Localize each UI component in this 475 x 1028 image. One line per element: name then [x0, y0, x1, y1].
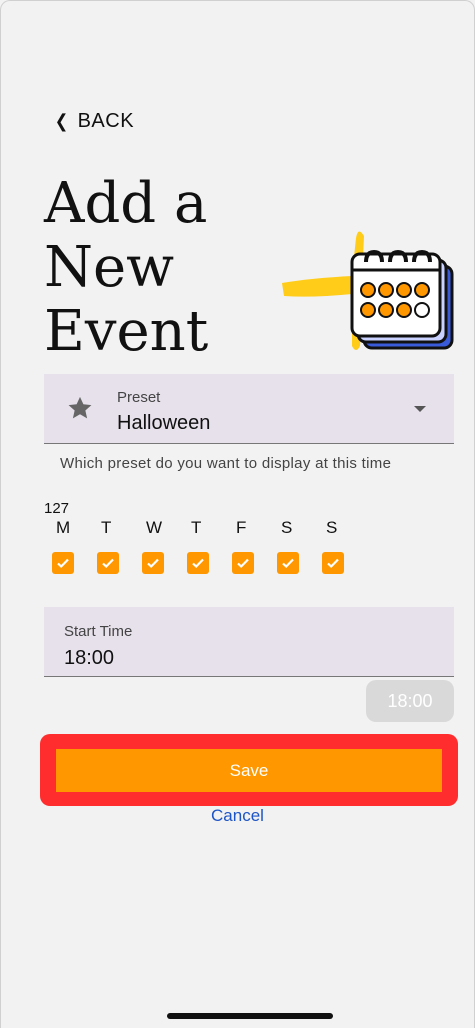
day-thursday: T	[187, 518, 232, 574]
weekday-selector: M T W T F S S	[52, 518, 367, 574]
day-letter: M	[56, 518, 71, 537]
dropdown-caret-icon[interactable]	[414, 406, 426, 412]
check-icon	[192, 558, 204, 569]
check-icon	[147, 558, 159, 569]
day-letter: F	[236, 518, 247, 537]
preset-label: Preset	[117, 389, 161, 406]
day-letter: S	[326, 518, 338, 537]
back-button[interactable]: ❮ BACK	[54, 110, 134, 133]
day-checkbox-friday[interactable]	[232, 552, 254, 574]
day-letter: S	[281, 518, 293, 537]
day-monday: M	[52, 518, 97, 574]
check-icon	[57, 558, 69, 569]
start-time-label: Start Time	[64, 623, 133, 640]
day-checkbox-tuesday[interactable]	[97, 552, 119, 574]
preset-value: Halloween	[117, 412, 211, 434]
phone-frame	[0, 0, 475, 1028]
time-picker-chip[interactable]: 18:00	[366, 680, 454, 722]
check-icon	[237, 558, 249, 569]
preset-helper-text: Which preset do you want to display at t…	[60, 455, 392, 472]
check-icon	[102, 558, 114, 569]
day-checkbox-sunday[interactable]	[322, 552, 344, 574]
star-icon	[68, 396, 92, 419]
day-friday: F	[232, 518, 277, 574]
day-checkbox-saturday[interactable]	[277, 552, 299, 574]
calendar-add-illustration	[282, 231, 454, 350]
day-letter: W	[146, 518, 163, 537]
chevron-left-icon: ❮	[54, 111, 69, 131]
back-label: BACK	[77, 110, 135, 132]
day-letter: T	[191, 518, 202, 537]
day-sunday: S	[322, 518, 367, 574]
day-checkbox-thursday[interactable]	[187, 552, 209, 574]
days-count: 127	[44, 500, 70, 517]
day-checkbox-wednesday[interactable]	[142, 552, 164, 574]
day-tuesday: T	[97, 518, 142, 574]
save-button[interactable]: Save	[56, 749, 442, 792]
preset-dropdown[interactable]: Preset Halloween	[44, 374, 454, 444]
start-time-value: 18:00	[64, 647, 115, 669]
cancel-link[interactable]: Cancel	[0, 806, 475, 826]
day-wednesday: W	[142, 518, 187, 574]
check-icon	[282, 558, 294, 569]
check-icon	[327, 558, 339, 569]
day-checkbox-monday[interactable]	[52, 552, 74, 574]
home-indicator	[167, 1013, 333, 1019]
start-time-field[interactable]: Start Time 18:00	[44, 607, 454, 677]
day-saturday: S	[277, 518, 322, 574]
day-letter: T	[101, 518, 112, 537]
